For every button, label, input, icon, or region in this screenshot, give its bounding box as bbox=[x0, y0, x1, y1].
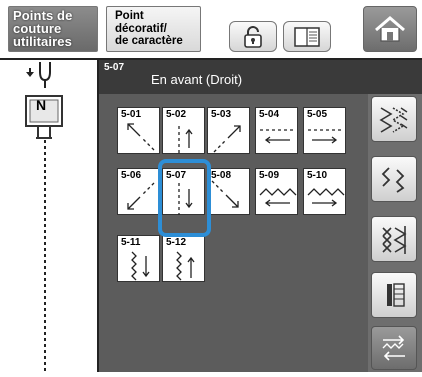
stitch-tile-5-03[interactable]: 5-03 bbox=[207, 107, 250, 154]
decorative-stitches-tab-label: Point décoratif/ de caractère bbox=[115, 10, 183, 47]
wave-stitch-icon bbox=[381, 167, 405, 193]
stitch-number: 5-11 bbox=[121, 237, 141, 248]
cross-stitch-icon bbox=[382, 226, 407, 254]
stitch-tile-5-08[interactable]: 5-08 bbox=[207, 168, 250, 215]
presser-foot-label: N bbox=[36, 97, 47, 113]
home-icon bbox=[375, 16, 405, 42]
book-icon bbox=[294, 26, 320, 47]
category-satin-button[interactable] bbox=[371, 96, 417, 142]
columns-stitch-icon bbox=[387, 283, 405, 307]
stitch-tile-5-02[interactable]: 5-02 bbox=[162, 107, 205, 154]
category-multidirectional-button[interactable] bbox=[371, 326, 417, 370]
stitch-tile-5-04[interactable]: 5-04 bbox=[255, 107, 298, 154]
top-bar: Points de couture utilitaires Point déco… bbox=[0, 0, 422, 58]
stitch-tile-5-05[interactable]: 5-05 bbox=[303, 107, 346, 154]
lock-icon bbox=[244, 25, 262, 48]
satin-stitch-icon bbox=[379, 107, 408, 133]
home-button[interactable] bbox=[363, 6, 417, 52]
stitch-number: 5-09 bbox=[259, 170, 280, 181]
category-cross-stitch-button[interactable] bbox=[371, 216, 417, 262]
utility-stitches-tab-label: Points de couture utilitaires bbox=[13, 8, 73, 49]
stitch-number: 5-05 bbox=[307, 109, 328, 120]
lock-button[interactable] bbox=[229, 21, 277, 52]
category-decorative-button[interactable] bbox=[371, 156, 417, 202]
selected-stitch-name: En avant (Droit) bbox=[151, 72, 243, 87]
needle-icon bbox=[25, 62, 63, 372]
stitch-tile-5-11[interactable]: 5-11 bbox=[117, 235, 160, 282]
stitch-number: 5-04 bbox=[259, 109, 280, 120]
decorative-stitches-tab[interactable]: Point décoratif/ de caractère bbox=[106, 6, 201, 52]
selection-highlight bbox=[158, 159, 211, 237]
stitch-tile-5-06[interactable]: 5-06 bbox=[117, 168, 160, 215]
stitch-number: 5-10 bbox=[307, 170, 328, 181]
stitch-number: 5-08 bbox=[211, 170, 232, 181]
stitch-header: 5-07 En avant (Droit) bbox=[99, 60, 422, 94]
manual-button[interactable] bbox=[283, 21, 331, 52]
stitch-tile-5-10[interactable]: 5-10 bbox=[303, 168, 346, 215]
needle-info-panel: N bbox=[0, 60, 97, 372]
stitch-number: 5-02 bbox=[166, 109, 187, 120]
stitch-tile-5-09[interactable]: 5-09 bbox=[255, 168, 298, 215]
stitch-tile-5-01[interactable]: 5-01 bbox=[117, 107, 160, 154]
stitch-tile-5-12[interactable]: 5-12 bbox=[162, 235, 205, 282]
stitch-number: 5-06 bbox=[121, 170, 142, 181]
category-columns-button[interactable] bbox=[371, 272, 417, 318]
stitch-number: 5-01 bbox=[121, 109, 142, 120]
multidirectional-stitch-icon bbox=[382, 335, 405, 361]
selected-stitch-code: 5-07 bbox=[104, 62, 125, 73]
stitch-number: 5-03 bbox=[211, 109, 232, 120]
utility-stitches-tab[interactable]: Points de couture utilitaires bbox=[8, 6, 98, 52]
stitch-number: 5-12 bbox=[166, 237, 187, 248]
